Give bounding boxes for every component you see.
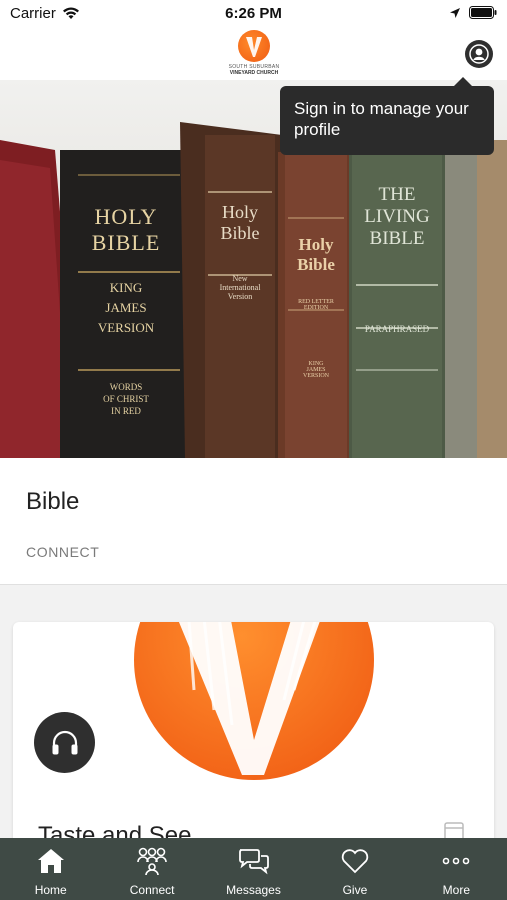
kjv-line1: HOLY	[94, 204, 158, 229]
kjv-footer3: IN RED	[111, 406, 141, 416]
book-spine-niv: Holy Bible New International Version	[205, 202, 275, 301]
book-spine-living: THE LIVING BIBLE PARAPHRASED	[352, 184, 442, 334]
kjv-line5: VERSION	[97, 320, 155, 335]
kjv-footer2: OF CHRIST	[103, 394, 149, 404]
niv-sub1: New	[232, 274, 248, 283]
tab-more[interactable]: More	[406, 838, 507, 900]
status-time: 6:26 PM	[225, 5, 282, 22]
tab-messages[interactable]: Messages	[203, 838, 304, 900]
kjv-line3: KING	[109, 280, 143, 295]
tab-bar: Home Connect Messages Give More	[0, 838, 507, 900]
living-sub1: PARAPHRASED	[364, 324, 430, 334]
red-letter-line1: Holy	[298, 235, 334, 254]
vineyard-logo-image	[134, 622, 374, 780]
battery-icon	[469, 6, 497, 19]
hero-card-info[interactable]: Bible CONNECT	[0, 458, 507, 585]
red-letter-line2: Bible	[297, 255, 335, 274]
hero-card-title: Bible	[26, 488, 80, 515]
tab-more-label: More	[442, 883, 470, 897]
more-icon	[443, 857, 470, 865]
messages-icon	[238, 849, 269, 875]
niv-line1: Holy	[222, 202, 258, 222]
church-logo[interactable]: SOUTH SUBURBAN VINEYARD CHURCH	[224, 30, 284, 76]
home-icon	[37, 849, 64, 873]
living-line1: THE	[378, 184, 416, 205]
vineyard-logo-mark	[238, 30, 270, 62]
heart-icon	[341, 849, 369, 874]
tab-connect-label: Connect	[129, 883, 175, 897]
red-letter-sub2: EDITION	[303, 305, 329, 311]
profile-button[interactable]	[465, 40, 493, 68]
kjv-line4: JAMES	[105, 300, 147, 315]
status-right	[449, 6, 497, 19]
book-spine-kjv: HOLY BIBLE KING JAMES VERSION WORDS OF C…	[60, 204, 192, 416]
app-header: SOUTH SUBURBAN VINEYARD CHURCH	[0, 28, 507, 80]
headphones-icon	[52, 730, 77, 754]
tab-give[interactable]: Give	[304, 838, 405, 900]
book-spine-red-letter: Holy Bible RED LETTER EDITION KING JAMES…	[285, 235, 347, 379]
status-bar: Carrier 6:26 PM	[0, 0, 507, 28]
audio-badge	[34, 712, 95, 773]
kjv-footer1: WORDS	[109, 382, 143, 392]
niv-sub2: International	[219, 283, 261, 292]
red-letter-sub5: VERSION	[302, 373, 329, 379]
user-icon	[469, 44, 489, 64]
logo-line2: VINEYARD CHURCH	[229, 70, 279, 76]
living-line3: BIBLE	[369, 228, 425, 249]
connect-icon	[137, 847, 167, 876]
location-arrow-icon	[450, 7, 460, 18]
content-card[interactable]: Taste and See	[13, 622, 494, 852]
sign-in-tooltip[interactable]: Sign in to manage your profile	[280, 77, 494, 155]
tab-connect[interactable]: Connect	[101, 838, 202, 900]
living-line2: LIVING	[364, 206, 430, 227]
tab-messages-label: Messages	[226, 883, 281, 897]
niv-sub3: Version	[227, 292, 253, 301]
tab-home[interactable]: Home	[0, 838, 101, 900]
hero-card-category: CONNECT	[26, 544, 100, 560]
tab-give-label: Give	[342, 883, 368, 897]
tab-home-label: Home	[34, 883, 67, 897]
kjv-line2: BIBLE	[91, 230, 161, 255]
niv-line2: Bible	[220, 223, 260, 243]
